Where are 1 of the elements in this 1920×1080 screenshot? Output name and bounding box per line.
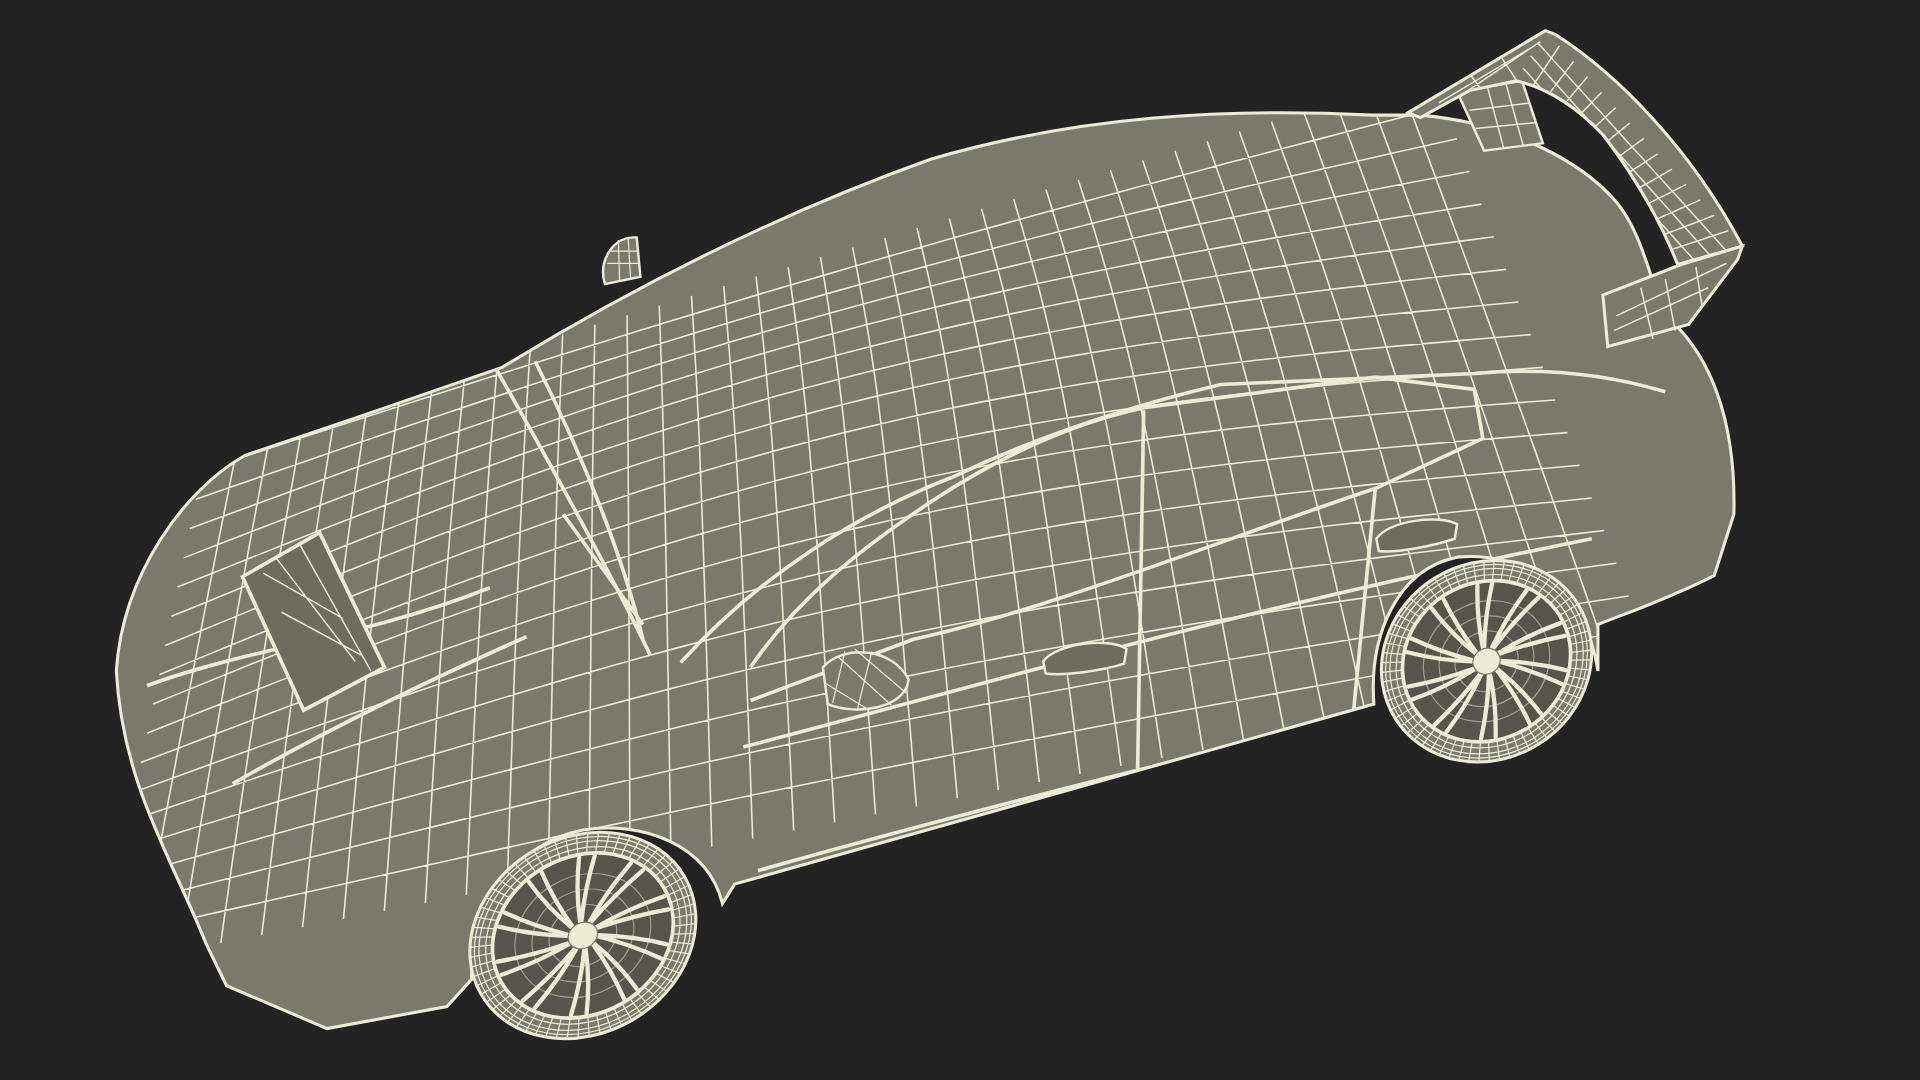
side-mirror [601,236,642,286]
